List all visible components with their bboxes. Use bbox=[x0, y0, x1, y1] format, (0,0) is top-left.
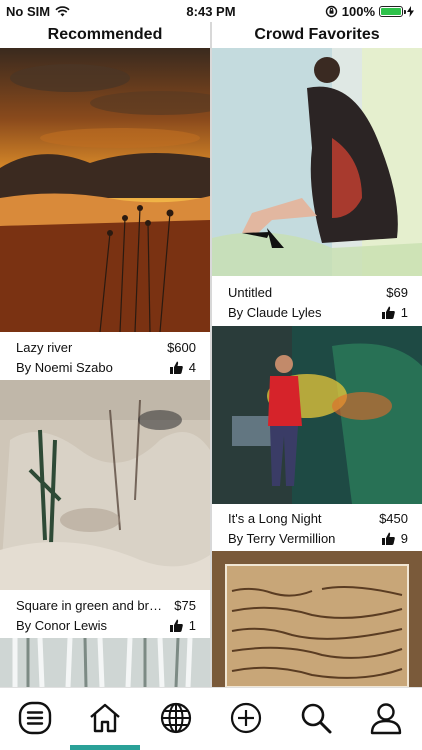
tab-menu[interactable] bbox=[15, 698, 55, 738]
tab-search[interactable] bbox=[296, 698, 336, 738]
favorites-header: Crowd Favorites bbox=[254, 26, 380, 43]
artwork-card-partial[interactable] bbox=[0, 638, 210, 687]
like-button[interactable]: 1 bbox=[169, 617, 196, 633]
like-count: 1 bbox=[400, 304, 408, 320]
status-right: 100% bbox=[325, 4, 414, 19]
profile-icon bbox=[370, 703, 402, 735]
artwork-meta: It's a Long Night $450 By Terry Vermilli… bbox=[212, 506, 422, 549]
active-tab-indicator bbox=[70, 745, 140, 750]
artwork-title: Untitled bbox=[228, 284, 273, 300]
artwork-meta: Untitled $69 By Claude Lyles 1 bbox=[212, 280, 422, 324]
battery-percent: 100% bbox=[341, 4, 375, 19]
artist-name: By Noemi Szabo bbox=[16, 359, 113, 375]
battery-icon bbox=[379, 6, 406, 17]
artwork-card-square-in-green[interactable]: Square in green and bro... $75 By Conor … bbox=[0, 380, 210, 636]
tab-profile[interactable] bbox=[366, 698, 406, 738]
globe-icon bbox=[160, 702, 192, 734]
artwork-price: $75 bbox=[174, 597, 196, 613]
artwork-meta: Lazy river $600 By Noemi Szabo 4 bbox=[0, 334, 210, 380]
like-button[interactable]: 1 bbox=[381, 304, 408, 320]
menu-icon bbox=[18, 701, 52, 735]
artwork-title: It's a Long Night bbox=[228, 510, 322, 526]
artwork-card-lazy-river[interactable]: Lazy river $600 By Noemi Szabo 4 bbox=[0, 48, 210, 380]
charging-icon bbox=[407, 6, 414, 17]
artist-name: By Conor Lewis bbox=[16, 617, 108, 633]
artwork-image bbox=[0, 638, 210, 687]
thumbs-up-icon bbox=[169, 619, 183, 632]
artwork-image bbox=[212, 326, 422, 504]
tab-home[interactable] bbox=[85, 698, 125, 738]
artwork-price: $600 bbox=[167, 339, 196, 355]
artist-name: By Claude Lyles bbox=[228, 304, 322, 320]
artwork-meta: Square in green and bro... $75 By Conor … bbox=[0, 593, 210, 636]
artwork-title: Square in green and bro... bbox=[16, 597, 166, 613]
artist-name: By Terry Vermillion bbox=[228, 530, 336, 546]
tab-add[interactable] bbox=[226, 698, 266, 738]
like-button[interactable]: 4 bbox=[169, 359, 196, 375]
artwork-card-untitled[interactable]: Untitled $69 By Claude Lyles 1 bbox=[212, 48, 422, 324]
add-icon bbox=[230, 702, 262, 734]
artwork-image bbox=[212, 48, 422, 276]
artwork-price: $69 bbox=[386, 284, 408, 300]
thumbs-up-icon bbox=[381, 532, 395, 545]
bottom-tab-bar bbox=[0, 687, 422, 750]
artwork-image bbox=[0, 380, 210, 590]
artwork-price: $450 bbox=[379, 510, 408, 526]
like-count: 1 bbox=[188, 617, 196, 633]
artwork-card-long-night[interactable]: It's a Long Night $450 By Terry Vermilli… bbox=[212, 326, 422, 549]
artwork-image bbox=[0, 48, 210, 332]
like-count: 9 bbox=[400, 530, 408, 546]
artwork-title: Lazy river bbox=[16, 339, 73, 355]
like-button[interactable]: 9 bbox=[381, 530, 408, 546]
home-icon bbox=[90, 703, 120, 733]
artwork-card-partial[interactable] bbox=[212, 551, 422, 687]
orientation-lock-icon bbox=[325, 5, 337, 18]
tab-explore[interactable] bbox=[156, 698, 196, 738]
recommended-header: Recommended bbox=[47, 26, 163, 43]
thumbs-up-icon bbox=[381, 306, 395, 319]
thumbs-up-icon bbox=[169, 361, 183, 374]
status-bar: No SIM 8:43 PM 100% bbox=[0, 0, 422, 22]
search-icon bbox=[301, 703, 332, 734]
artwork-image bbox=[212, 551, 422, 687]
like-count: 4 bbox=[188, 359, 196, 375]
